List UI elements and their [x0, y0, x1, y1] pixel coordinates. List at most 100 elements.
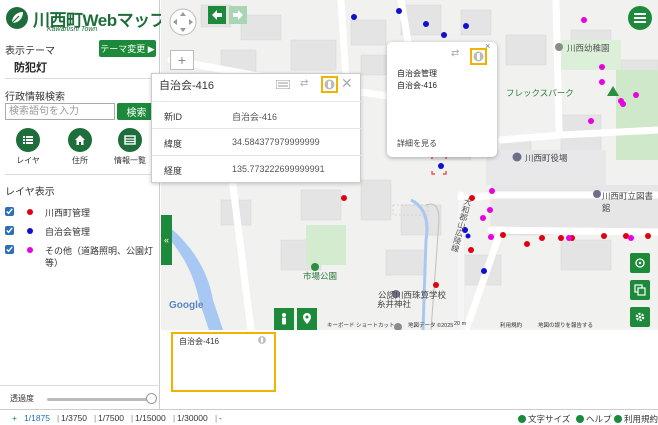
divider	[5, 174, 155, 175]
blue-dot-icon	[27, 228, 33, 234]
share-icon[interactable]: ⇄	[300, 78, 308, 89]
locate-icon	[473, 51, 484, 62]
scale-separator: |	[131, 413, 134, 423]
list-view-icon[interactable]	[276, 80, 290, 89]
scale-zoom-in[interactable]: +	[12, 413, 17, 423]
popup-title: 自治会-416	[159, 80, 215, 92]
scale-zoom-out[interactable]: -	[219, 413, 222, 423]
back-button[interactable]	[208, 6, 226, 24]
popup-value: 自治会-416	[232, 112, 278, 122]
pan-control[interactable]	[169, 8, 197, 39]
layer-label-other: その他（道路照明、公園灯等）	[45, 246, 154, 268]
popup-row-longitude: 経度 135.773222699999991	[152, 155, 362, 182]
forward-button[interactable]	[229, 6, 247, 24]
theme-change-button[interactable]: テーマ変更 ▶	[99, 40, 156, 57]
scale-option-1875[interactable]: 1/1875	[24, 413, 50, 423]
sidebar-collapse-tab[interactable]: «	[161, 215, 172, 265]
map-label-shrine: 糸井神社	[377, 299, 412, 309]
sidebar: 川西町Webマップ Kawanishi Town 表示テーマ テーマ変更 ▶ 防…	[0, 0, 167, 425]
opacity-slider-track[interactable]	[47, 398, 147, 401]
search-label: 行政情報検索	[5, 92, 65, 103]
info-icon	[614, 415, 622, 423]
nav-layer-button[interactable]: レイヤ	[6, 128, 50, 168]
layer-label-assoc: 自治会管理	[45, 227, 91, 237]
nav-address-button[interactable]: 住所	[58, 128, 102, 168]
map-label-flex-park: フレックスパーク	[506, 88, 574, 98]
theme-value: 防犯灯	[14, 62, 47, 74]
google-logo: Google	[169, 300, 204, 311]
layer-label-town: 川西町管理	[45, 208, 91, 218]
label-box-text: 自治会-416	[179, 337, 220, 346]
terms-link[interactable]: 利用規約	[614, 413, 658, 425]
popup-row-latitude: 緯度 34.584377979999999	[152, 128, 362, 155]
map-attribution-right: 利用規約 地図の誤りを報告する	[500, 321, 650, 330]
detail-link[interactable]: 詳細を見る	[397, 138, 437, 149]
map-label-park: 市場公園	[303, 271, 338, 281]
app-subtitle: Kawanishi Town	[47, 26, 98, 33]
report-error-link[interactable]: 地図の誤りを報告する	[538, 321, 593, 329]
terms-label: 利用規約	[624, 414, 658, 424]
feature-popup: 自治会-416 ⇄ ✕ 新ID 自治会-416 緯度 34.5843779799…	[151, 73, 362, 183]
table-icon	[118, 128, 142, 152]
bubble-feature-id: 自治会-416	[397, 81, 438, 90]
plus-icon: +	[177, 52, 187, 68]
popup-row-id: 新ID 自治会-416	[152, 101, 362, 128]
leaf-logo-icon	[6, 7, 28, 29]
scale-separator: |	[57, 413, 60, 423]
layers-switch-button[interactable]	[630, 280, 650, 300]
nav-layer-label: レイヤ	[16, 156, 40, 165]
opacity-label: 透過度	[10, 394, 34, 403]
zoom-in-button[interactable]: +	[170, 50, 194, 70]
locate-icon	[324, 79, 335, 90]
scale-option-30000[interactable]: 1/30000	[177, 413, 208, 423]
text-size-icon	[518, 415, 526, 423]
layer-item-other: その他（道路照明、公園灯等）	[5, 245, 155, 271]
theme-label: 表示テーマ	[5, 46, 55, 57]
popup-value: 34.584377979999999	[232, 137, 320, 147]
scale-separator: |	[215, 413, 218, 423]
app-logo[interactable]: 川西町Webマップ Kawanishi Town	[5, 5, 167, 35]
divider	[0, 385, 160, 386]
current-location-button[interactable]	[630, 253, 650, 273]
text-size-link[interactable]: 文字サイズ	[518, 413, 570, 425]
scale-option-7500[interactable]: 1/7500	[98, 413, 124, 423]
map-label-kindergarten: 川西幼稚園	[567, 43, 610, 53]
popup-value: 135.773222699999991	[232, 164, 325, 174]
magenta-dot-icon	[27, 247, 33, 253]
search-input[interactable]	[5, 103, 115, 120]
close-icon[interactable]: ✕	[341, 75, 353, 92]
scale-option-3750[interactable]: 1/3750	[61, 413, 87, 423]
layer-item-assoc: 自治会管理	[5, 226, 155, 238]
map-label-town-hall: 川西町役場	[525, 153, 568, 163]
red-dot-icon	[27, 209, 33, 215]
scale-separator: |	[94, 413, 97, 423]
divider	[5, 78, 155, 79]
location-highlight-box[interactable]	[470, 48, 487, 65]
double-chevron-left-icon: «	[163, 235, 169, 245]
nav-info-list-button[interactable]: 情報一覧	[108, 128, 152, 168]
locate-icon[interactable]	[257, 335, 267, 345]
hamburger-icon	[634, 13, 646, 23]
bottom-bar: + 1/1875 | 1/3750 | 1/7500 | 1/15000 | 1…	[0, 409, 658, 425]
layer-checkbox-assoc[interactable]	[5, 226, 14, 235]
map-info-bubble: × ⇄ 自治会管理 自治会-416 詳細を見る	[387, 41, 497, 157]
bubble-category: 自治会管理	[397, 69, 437, 78]
layer-checkbox-town[interactable]	[5, 207, 14, 216]
kb-shortcuts-link[interactable]: キーボード ショートカット	[327, 321, 395, 329]
location-highlight-box[interactable]	[321, 76, 338, 93]
arrow-right-icon	[233, 10, 243, 20]
arrow-left-icon	[212, 10, 222, 20]
help-label: ヘルプ	[586, 414, 612, 424]
help-icon	[576, 415, 584, 423]
map-attribution: キーボード ショートカット 地図データ ©2025 20 m	[180, 321, 500, 330]
layer-checkbox-other[interactable]	[5, 245, 14, 254]
pan-compass-icon	[169, 8, 197, 36]
opacity-slider-thumb[interactable]	[146, 393, 157, 404]
share-icon[interactable]: ⇄	[451, 48, 459, 59]
map-terms-link[interactable]: 利用規約	[500, 321, 522, 329]
home-icon	[68, 128, 92, 152]
scale-option-15000[interactable]: 1/15000	[135, 413, 166, 423]
help-link[interactable]: ヘルプ	[576, 413, 612, 425]
popup-key: 経度	[164, 166, 183, 176]
menu-button[interactable]	[628, 6, 652, 30]
